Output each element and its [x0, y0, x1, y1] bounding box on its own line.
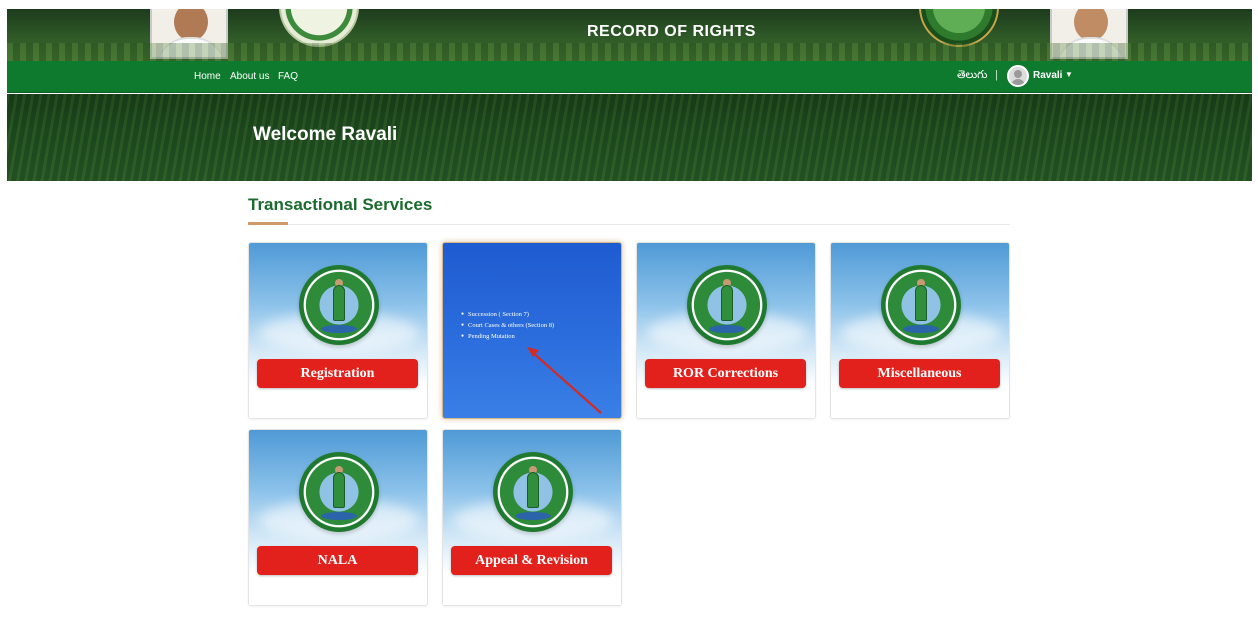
service-card-nala[interactable]: NALA — [248, 429, 428, 606]
nala-button[interactable]: NALA — [257, 546, 418, 575]
section-divider — [248, 224, 1010, 225]
succession-submenu: Succession ( Section 7) Court Cases & ot… — [461, 309, 554, 342]
submenu-item-court-cases[interactable]: Court Cases & others (Section 8) — [461, 320, 554, 331]
miscellaneous-button[interactable]: Miscellaneous — [839, 359, 1000, 388]
submenu-item-succession[interactable]: Succession ( Section 7) — [461, 309, 554, 320]
dharani-emblem-icon — [299, 452, 379, 532]
nav-faq-link[interactable]: FAQ — [278, 71, 298, 82]
appeal-revision-button[interactable]: Appeal & Revision — [451, 546, 612, 575]
caret-down-icon[interactable]: ▼ — [1065, 70, 1073, 79]
service-card-ror-corrections[interactable]: ROR Corrections — [636, 242, 816, 419]
top-navbar: Home About us FAQ తెలుగు | Ravali ▼ — [7, 61, 1252, 93]
dharani-emblem-icon — [881, 265, 961, 345]
nav-about-link[interactable]: About us — [230, 71, 269, 82]
dharani-emblem-icon — [493, 452, 573, 532]
dharani-emblem-icon — [299, 265, 379, 345]
user-avatar-icon[interactable] — [1007, 65, 1029, 87]
service-card-succession-menu[interactable]: Succession ( Section 7) Court Cases & ot… — [442, 242, 622, 419]
dharani-logo-right — [919, 9, 999, 47]
section-title: Transactional Services — [248, 195, 433, 214]
page: RECORD OF RIGHTS Home About us FAQ తెలుగ… — [0, 0, 1258, 621]
service-card-miscellaneous[interactable]: Miscellaneous — [830, 242, 1010, 419]
registration-button[interactable]: Registration — [257, 359, 418, 388]
nav-separator: | — [995, 69, 998, 81]
section-accent-underline — [248, 222, 288, 225]
dharani-emblem-icon — [687, 265, 767, 345]
service-card-registration[interactable]: Registration — [248, 242, 428, 419]
nav-home-link[interactable]: Home — [194, 71, 221, 82]
portrait-left — [150, 9, 228, 59]
ror-corrections-button[interactable]: ROR Corrections — [645, 359, 806, 388]
portrait-right — [1050, 9, 1128, 59]
welcome-hero: Welcome Ravali — [7, 94, 1252, 181]
submenu-item-pending-mutation[interactable]: Pending Mutation — [461, 331, 554, 342]
banner-title: RECORD OF RIGHTS — [587, 23, 756, 40]
state-emblem-left — [279, 9, 359, 47]
user-menu-name[interactable]: Ravali — [1033, 70, 1062, 81]
header-banner: RECORD OF RIGHTS — [7, 9, 1252, 61]
service-card-appeal-revision[interactable]: Appeal & Revision — [442, 429, 622, 606]
language-toggle-link[interactable]: తెలుగు — [957, 69, 987, 84]
welcome-heading: Welcome Ravali — [253, 124, 398, 145]
